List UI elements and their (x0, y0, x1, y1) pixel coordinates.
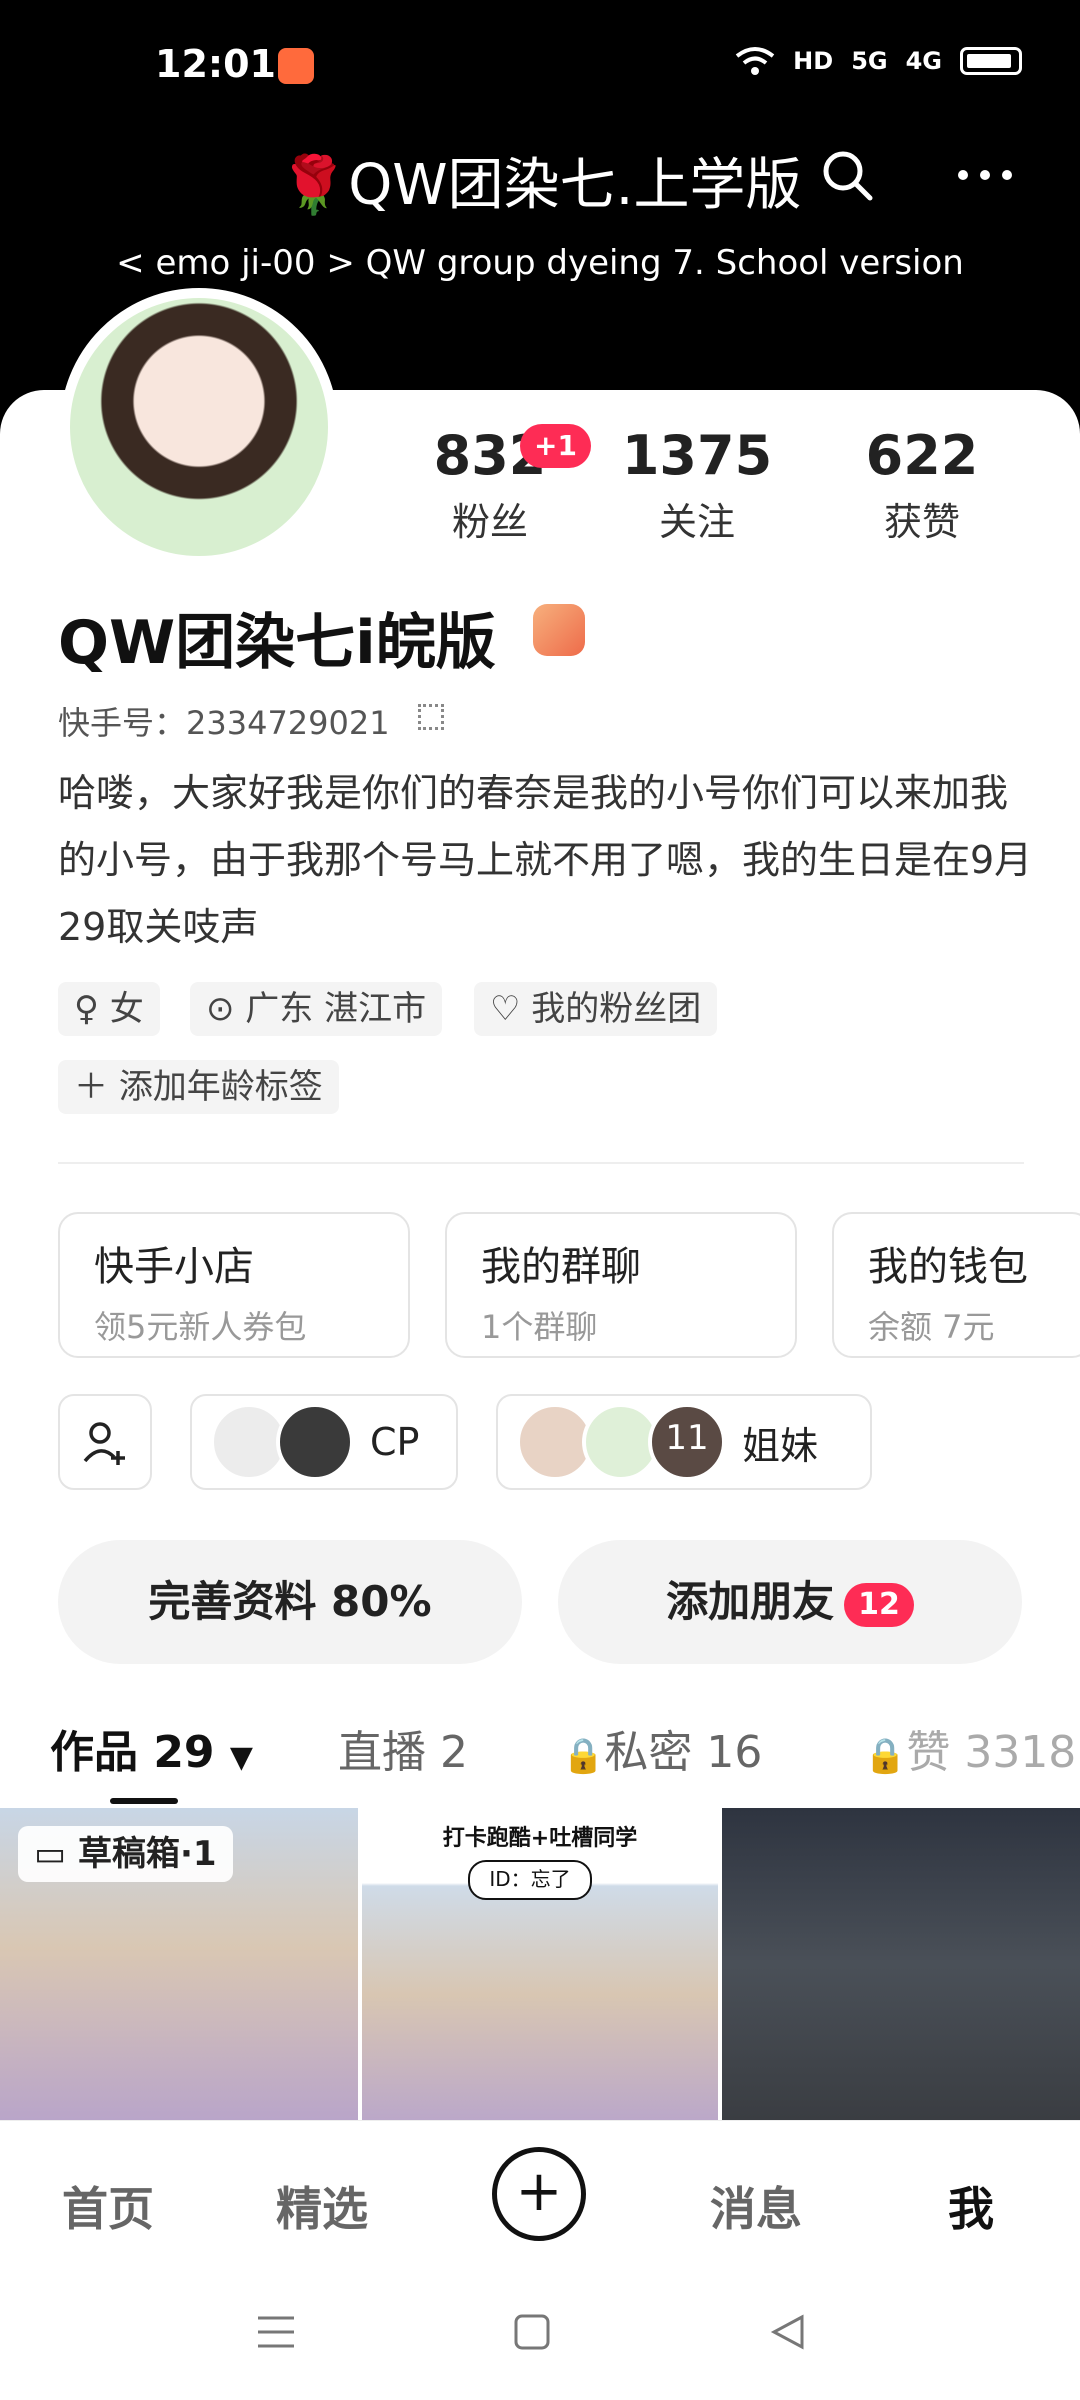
tag-gender[interactable]: ♀ 女 (58, 982, 160, 1036)
status-icons: HD 5G 4G (735, 46, 1022, 76)
kuaishou-shop-card[interactable]: 快手小店 领5元新人券包 (58, 1212, 410, 1358)
sisters-relation[interactable]: 11 姐妹 (496, 1394, 872, 1490)
clock: 12:01 (155, 42, 276, 86)
sisters-label: 姐妹 (742, 1423, 819, 1468)
add-age-tag-label: 添加年龄标签 (118, 1067, 323, 1107)
complete-profile-button[interactable]: 完善资料 80% (58, 1540, 522, 1664)
add-age-tag-button[interactable]: ＋ 添加年龄标签 (58, 1060, 339, 1114)
location-icon: ⊙ (206, 989, 246, 1029)
lock-icon: 🔒 (864, 1736, 907, 1776)
folder-icon: ▭ (34, 1834, 78, 1874)
tab-works-label: 作品 29 (50, 1727, 215, 1778)
add-person-icon (83, 1422, 125, 1465)
hd-label: HD (793, 47, 834, 75)
draft-box-badge[interactable]: ▭ 草稿箱·1 (18, 1826, 233, 1882)
lock-icon: 🔒 (562, 1736, 605, 1776)
female-icon: ♀ (74, 989, 110, 1029)
battery-icon (960, 47, 1022, 75)
menu-icon[interactable] (256, 2314, 296, 2350)
page-title: 🌹QW团染七.上学版 (278, 153, 802, 218)
group-chat-title: 我的群聊 (481, 1244, 641, 1290)
kuaishou-id: 快手号：2334729021 (58, 704, 390, 742)
add-friends-button[interactable]: 添加朋友 12 (558, 1540, 1022, 1664)
following-count: 1375 (621, 424, 773, 487)
add-relation-button[interactable] (58, 1394, 152, 1490)
profile-name: QW团染七i皖版 (58, 608, 496, 678)
add-friends-label: 添加朋友 (666, 1577, 835, 1626)
cp-avatar-2 (276, 1403, 354, 1481)
4g-label: 4G (905, 47, 942, 75)
tab-indicator (110, 1798, 178, 1804)
divider (58, 1162, 1024, 1164)
5g-label: 5G (851, 47, 888, 75)
tab-live[interactable]: 直播 2 (338, 1716, 468, 1780)
shop-sub: 领5元新人券包 (94, 1308, 307, 1346)
page-subtitle: < emo ji-00 > QW group dyeing 7. School … (116, 243, 964, 283)
wifi-icon (735, 47, 775, 75)
plus-icon: ＋ (74, 1067, 119, 1107)
fans-increase-badge: +1 (520, 424, 591, 468)
profile-bio: 哈喽，大家好我是你们的春奈是我的小号你们可以来加我的小号，由于我那个号马上就不用… (58, 771, 1033, 949)
stat-likes[interactable]: 622 获赞 (822, 424, 1022, 546)
stat-following[interactable]: 1375 关注 (597, 424, 797, 546)
chevron-down-icon: ▼ (229, 1740, 253, 1775)
cp-relation[interactable]: CP (190, 1394, 458, 1490)
heart-icon: ♡ (490, 989, 532, 1029)
sister-count: 11 (648, 1403, 726, 1481)
group-chat-card[interactable]: 我的群聊 1个群聊 (445, 1212, 797, 1358)
wallet-card[interactable]: 我的钱包 余额 7元 (832, 1212, 1080, 1358)
avatar[interactable] (60, 288, 338, 566)
search-icon[interactable] (820, 148, 874, 202)
fans-label: 粉丝 (451, 500, 528, 544)
nav-messages[interactable]: 消息 (710, 2173, 802, 2239)
nav-me[interactable]: 我 (948, 2173, 994, 2239)
level-badge-icon[interactable] (533, 604, 585, 656)
app-notification-icon (278, 48, 314, 84)
system-nav-bar (0, 2270, 1080, 2400)
status-bar: 12:01 HD 5G 4G (0, 0, 1080, 130)
tab-likes-label: 赞 3318 (906, 1727, 1077, 1778)
wallet-title: 我的钱包 (868, 1244, 1028, 1290)
tag-gender-label: 女 (109, 989, 144, 1029)
following-label: 关注 (658, 500, 735, 544)
tab-likes[interactable]: 🔒赞 3318 (864, 1716, 1080, 1780)
tab-works[interactable]: 作品 29 ▼ (50, 1716, 253, 1780)
tab-private-label: 私密 16 (604, 1727, 763, 1778)
group-chat-sub: 1个群聊 (481, 1308, 598, 1346)
likes-count: 622 (865, 424, 979, 487)
wallet-sub: 余额 7元 (868, 1308, 995, 1346)
video-thumbnail-3[interactable] (722, 1808, 1080, 2120)
draft-box-label: 草稿箱·1 (77, 1834, 217, 1874)
back-triangle-icon[interactable] (770, 2314, 806, 2350)
home-square-icon[interactable] (514, 2314, 550, 2350)
add-friends-count-badge: 12 (844, 1582, 914, 1627)
thumbnail-caption: 打卡跑酷+吐槽同学 (442, 1826, 638, 1851)
shop-title: 快手小店 (94, 1244, 254, 1290)
qr-code-icon[interactable] (418, 704, 444, 730)
thumbnail-id-bubble: ID：忘了 (468, 1860, 592, 1900)
nav-home[interactable]: 首页 (62, 2173, 154, 2239)
cp-label: CP (370, 1420, 420, 1464)
likes-label: 获赞 (883, 500, 960, 544)
video-thumbnail-2[interactable]: 打卡跑酷+吐槽同学 ID：忘了 (362, 1808, 718, 2120)
create-plus-icon[interactable]: + (492, 2147, 586, 2241)
nav-featured[interactable]: 精选 (276, 2173, 368, 2239)
bottom-nav: 首页 精选 + 消息 我 (0, 2120, 1080, 2271)
more-icon[interactable] (955, 148, 1015, 202)
tab-private[interactable]: 🔒私密 16 (562, 1716, 762, 1780)
tag-fan-club-label: 我的粉丝团 (531, 989, 702, 1029)
tag-location[interactable]: ⊙ 广东 湛江市 (190, 982, 443, 1036)
tag-location-label: 广东 湛江市 (245, 989, 427, 1029)
tag-fan-club[interactable]: ♡ 我的粉丝团 (474, 982, 718, 1036)
